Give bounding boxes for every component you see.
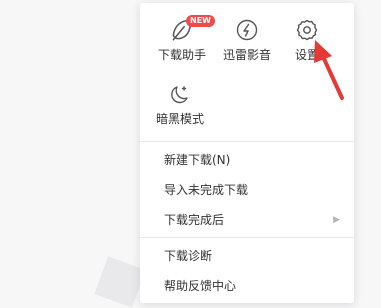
menu-item-label: 下载完成后 (164, 213, 225, 227)
red-arrow-annotation (314, 40, 344, 100)
menu-item-help-feedback[interactable]: 帮助反馈中心 (140, 271, 354, 301)
menu-item-diagnostics[interactable]: 下载诊断 (140, 241, 354, 271)
menu-divider (140, 237, 354, 238)
menu-item-label: 导入未完成下载 (164, 183, 249, 197)
background-shape (94, 256, 146, 308)
menu-divider (140, 141, 354, 142)
dark-mode-button[interactable]: 暗黑模式 (145, 83, 215, 127)
menu-item-label: 新建下载(N) (164, 153, 231, 167)
menu-item-new-download[interactable]: 新建下载(N) (140, 145, 354, 175)
dark-mode-label: 暗黑模式 (155, 112, 204, 126)
new-badge: NEW (186, 15, 215, 27)
menu-item-import-unfinished[interactable]: 导入未完成下载 (140, 175, 354, 205)
play-circle-icon (236, 19, 258, 41)
download-helper-label: 下载助手 (157, 48, 206, 62)
submenu-arrow-icon: ▶ (333, 215, 340, 225)
moon-star-icon (171, 86, 188, 104)
menu-item-label: 下载诊断 (164, 249, 213, 263)
menu-item-after-download[interactable]: 下载完成后 ▶ (140, 205, 354, 235)
